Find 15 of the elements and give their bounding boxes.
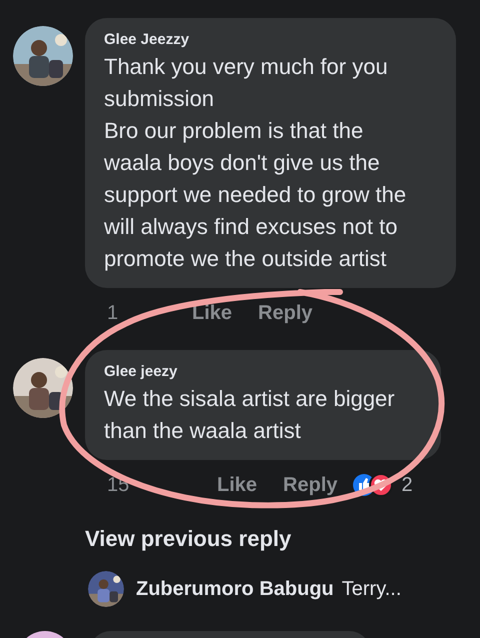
like-button[interactable]: Like: [217, 470, 258, 500]
comment-text: We the sisala artist are bigger than the waala artist: [104, 385, 396, 445]
comment-text: Thank you very much for you submission: [104, 53, 389, 113]
author-name[interactable]: Glee jeezy: [104, 361, 422, 383]
reactions-icon: [352, 473, 394, 497]
author-name[interactable]: Glee Jeezzy: [104, 29, 437, 51]
reply-button[interactable]: Reply: [283, 470, 338, 500]
comment-text: Bro our problem is that the waala boys don't give us the support we needed to grow the will always find excuses not to promote we the outside artist: [104, 117, 408, 273]
view-previous-reply-link[interactable]: View previous reply: [85, 522, 292, 555]
reply-author[interactable]: Zuberumoro Babugu: [136, 574, 334, 604]
reply-snippet[interactable]: Terry...: [342, 574, 402, 604]
like-button[interactable]: Like: [192, 298, 232, 328]
reaction-count: 2: [402, 473, 413, 498]
reply-button[interactable]: Reply: [258, 298, 312, 328]
timestamp: 1: [107, 302, 118, 324]
